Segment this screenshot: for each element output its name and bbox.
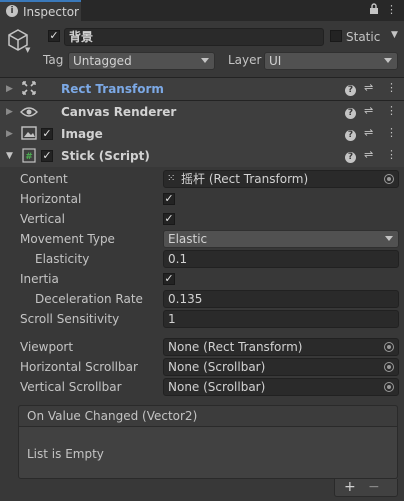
help-icon[interactable]: ? (345, 127, 356, 141)
inspector-tab[interactable]: i Inspector (0, 0, 81, 21)
vertical-checkbox[interactable]: ✓ (163, 213, 175, 225)
active-checkbox[interactable]: ✓ (48, 30, 60, 42)
component-header-canvas-renderer[interactable]: ▶ Canvas Renderer ? ⇌ ⋮ (0, 101, 404, 123)
elasticity-label: Elasticity (35, 252, 90, 266)
inertia-checkbox[interactable]: ✓ (163, 273, 175, 285)
tag-label: Tag (43, 53, 64, 67)
lock-icon[interactable] (369, 3, 379, 19)
preset-sliders-icon[interactable]: ⇌ (364, 104, 373, 118)
component-title: Stick (Script) (61, 149, 150, 163)
foldout-arrow-icon[interactable]: ▶ (6, 83, 13, 95)
object-picker-icon[interactable] (384, 342, 394, 352)
vertical-scrollbar-label: Vertical Scrollbar (20, 380, 122, 394)
help-icon[interactable]: ? (345, 149, 356, 163)
object-picker-icon[interactable] (384, 362, 394, 372)
chevron-down-icon (201, 58, 209, 63)
vertical-scrollbar-value: None (Scrollbar) (168, 380, 266, 394)
rect-transform-icon (22, 81, 36, 95)
vertical-label: Vertical (20, 212, 65, 226)
viewport-label: Viewport (20, 340, 74, 354)
vertical-scrollbar-object-field[interactable]: None (Scrollbar) (163, 378, 399, 396)
tag-dropdown[interactable]: Untagged (68, 52, 215, 70)
enabled-checkbox[interactable]: ✓ (41, 150, 53, 162)
elasticity-input[interactable]: 0.1 (163, 250, 399, 268)
content-object-field[interactable]: ⁙ 摇杆 (Rect Transform) (163, 170, 399, 188)
image-component-icon (21, 126, 37, 140)
rect-transform-icon: ⁙ (167, 173, 176, 184)
event-list-footer: + − (334, 479, 398, 497)
enabled-checkbox[interactable]: ✓ (41, 128, 53, 140)
movement-type-label: Movement Type (20, 232, 115, 246)
static-checkbox[interactable] (330, 30, 342, 42)
tab-title: Inspector (23, 5, 79, 19)
kebab-menu-icon[interactable]: ⋮ (386, 126, 397, 140)
deceleration-rate-label: Deceleration Rate (35, 292, 143, 306)
movement-type-dropdown[interactable]: Elastic (163, 230, 399, 248)
horizontal-scrollbar-label: Horizontal Scrollbar (20, 360, 138, 374)
content-value: 摇杆 (Rect Transform) (181, 172, 309, 186)
kebab-menu-icon[interactable]: ⋮ (386, 148, 397, 162)
layer-value: UI (269, 54, 282, 68)
help-icon[interactable]: ? (345, 105, 356, 119)
viewport-object-field[interactable]: None (Rect Transform) (163, 338, 399, 356)
horizontal-label: Horizontal (20, 192, 82, 206)
component-header-stick-script[interactable]: ▼ # ✓ Stick (Script) ? ⇌ ⋮ (0, 145, 404, 167)
content-label: Content (20, 172, 68, 186)
horizontal-scrollbar-object-field[interactable]: None (Scrollbar) (163, 358, 399, 376)
kebab-menu-icon[interactable]: ⋮ (386, 104, 397, 118)
event-title: On Value Changed (Vector2) (27, 409, 198, 423)
preset-sliders-icon[interactable]: ⇌ (364, 81, 373, 95)
scroll-sensitivity-input[interactable]: 1 (163, 310, 399, 328)
event-header: On Value Changed (Vector2) (18, 405, 398, 427)
layer-label: Layer (228, 53, 262, 67)
foldout-arrow-icon[interactable]: ▶ (6, 128, 13, 140)
kebab-menu-icon[interactable]: ⋮ (386, 81, 397, 95)
help-icon[interactable]: ? (345, 82, 356, 96)
foldout-arrow-icon[interactable]: ▶ (6, 106, 13, 118)
component-title: Image (61, 127, 103, 141)
preset-sliders-icon[interactable]: ⇌ (364, 126, 373, 140)
component-title: Canvas Renderer (61, 105, 177, 119)
viewport-value: None (Rect Transform) (168, 340, 303, 354)
chevron-down-icon[interactable]: ▼ (25, 46, 30, 54)
deceleration-rate-input[interactable]: 0.135 (163, 290, 399, 308)
add-listener-button[interactable]: + (344, 479, 356, 495)
horizontal-scrollbar-value: None (Scrollbar) (168, 360, 266, 374)
script-file-icon: # (22, 148, 36, 163)
gameobject-name-field[interactable]: 背景 (64, 28, 324, 46)
movement-type-value: Elastic (168, 232, 208, 246)
component-header-rect-transform[interactable]: ▶ Rect Transform ? ⇌ ⋮ (0, 78, 404, 100)
inertia-label: Inertia (20, 272, 59, 286)
object-picker-icon[interactable] (384, 382, 394, 392)
horizontal-checkbox[interactable]: ✓ (163, 193, 175, 205)
svg-text:#: # (25, 152, 33, 162)
chevron-down-icon (385, 236, 393, 241)
layer-dropdown[interactable]: UI (264, 52, 398, 70)
preset-sliders-icon[interactable]: ⇌ (364, 148, 373, 162)
foldout-arrow-open-icon[interactable]: ▼ (6, 150, 13, 162)
remove-listener-button[interactable]: − (368, 479, 380, 495)
component-title: Rect Transform (61, 82, 164, 96)
tag-value: Untagged (73, 54, 132, 68)
static-dropdown-arrow-icon[interactable]: ▼ (391, 30, 398, 40)
info-icon: i (6, 5, 18, 17)
object-picker-icon[interactable] (384, 174, 394, 184)
component-header-image[interactable]: ▶ ✓ Image ? ⇌ ⋮ (0, 123, 404, 145)
list-empty-text: List is Empty (27, 447, 104, 461)
scroll-sensitivity-label: Scroll Sensitivity (20, 312, 120, 326)
eye-icon (20, 105, 38, 119)
static-label: Static (346, 30, 381, 44)
kebab-menu-icon[interactable]: ⋮ (386, 3, 397, 17)
chevron-down-icon (384, 58, 392, 63)
